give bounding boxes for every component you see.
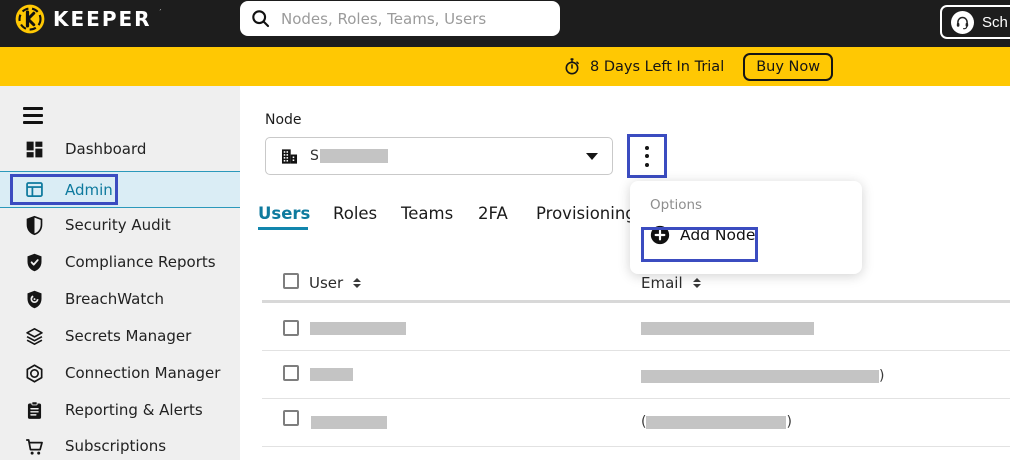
table-row[interactable]: ): [0, 351, 1010, 398]
column-header-user[interactable]: User: [309, 274, 361, 292]
table-row[interactable]: ( ): [0, 399, 1010, 446]
add-node-menu-item[interactable]: Add Node: [650, 225, 755, 245]
brand-wordmark: KEEPER: [53, 7, 152, 31]
sidebar-item-label: Security Audit: [65, 216, 171, 234]
admin-panel-icon: [24, 179, 45, 200]
tab-teams[interactable]: Teams: [401, 204, 453, 223]
trial-countdown-text: 8 Days Left In Trial: [590, 59, 724, 75]
plus-circle-icon: [650, 225, 670, 245]
dashboard-grid-icon: [24, 139, 45, 160]
email-redaction-bar: [641, 370, 879, 383]
node-value-redaction-bar: [320, 149, 388, 163]
chevron-down-icon: [586, 153, 598, 160]
keeper-logo-icon: [15, 4, 45, 34]
node-selected-value: S: [310, 148, 575, 164]
sidebar-item-label: Dashboard: [65, 140, 146, 158]
email-redaction-bar: [641, 322, 814, 335]
row-checkbox[interactable]: [283, 320, 299, 336]
search-icon: [250, 8, 271, 29]
buy-now-button[interactable]: Buy Now: [743, 53, 833, 81]
sort-icon[interactable]: [353, 278, 361, 289]
schedule-demo-button[interactable]: Sch: [940, 5, 1010, 39]
sort-icon[interactable]: [693, 278, 701, 289]
email-column-label: Email: [641, 274, 683, 292]
user-redaction-bar: [311, 416, 387, 429]
select-all-checkbox[interactable]: [283, 273, 299, 289]
email-peek: ): [879, 368, 884, 384]
top-header-bar: KEEPER ′ Sch: [0, 0, 1010, 47]
keeper-logo[interactable]: KEEPER ′: [15, 4, 161, 34]
email-peek: ): [786, 414, 791, 430]
keeper-admin-console: KEEPER ′ Sch: [0, 0, 1010, 460]
stopwatch-icon: [563, 57, 581, 76]
add-node-label: Add Node: [680, 226, 755, 244]
active-tab-underline: [258, 227, 308, 230]
sidebar-item-label: Compliance Reports: [65, 253, 216, 271]
node-value-visible-char: S: [310, 148, 319, 164]
sidebar-item-dashboard[interactable]: Dashboard: [0, 131, 240, 167]
shield-half-icon: [24, 215, 45, 236]
tab-users[interactable]: Users: [258, 204, 310, 223]
building-icon: [280, 147, 299, 166]
user-column-label: User: [309, 274, 343, 292]
headset-icon: [951, 11, 974, 34]
options-popup-menu: Options Add Node: [630, 181, 862, 274]
sidebar-item-admin[interactable]: Admin: [0, 171, 240, 208]
email-cell: ): [641, 369, 884, 383]
sidebar-item-compliance-reports[interactable]: Compliance Reports: [0, 244, 240, 280]
email-redaction-bar: [646, 416, 786, 429]
table-row[interactable]: [0, 303, 1010, 350]
schedule-demo-label: Sch: [982, 14, 1008, 31]
node-options-kebab-button[interactable]: [630, 137, 664, 175]
row-checkbox[interactable]: [283, 365, 299, 381]
trial-banner: 8 Days Left In Trial Buy Now: [0, 47, 1010, 86]
user-redaction-bar: [310, 368, 353, 381]
email-cell: ( ): [641, 415, 792, 429]
sidebar-item-security-audit[interactable]: Security Audit: [0, 207, 240, 243]
node-select-dropdown[interactable]: S: [265, 137, 613, 175]
popup-title: Options: [650, 197, 702, 213]
node-field-label: Node: [265, 112, 302, 128]
tab-provisioning[interactable]: Provisioning: [536, 204, 636, 223]
row-divider: [262, 446, 1010, 447]
user-redaction-bar: [310, 322, 406, 335]
menu-hamburger-icon[interactable]: [23, 107, 43, 124]
tab-roles[interactable]: Roles: [333, 204, 377, 223]
tab-2fa[interactable]: 2FA: [478, 204, 508, 223]
trademark-tick: ′: [160, 8, 162, 17]
sidebar-item-label: Admin: [65, 181, 113, 199]
row-checkbox[interactable]: [283, 410, 299, 426]
column-header-email[interactable]: Email: [641, 274, 701, 292]
shield-check-icon: [24, 252, 45, 273]
global-search: [240, 1, 560, 36]
email-cell: [641, 322, 814, 335]
search-input[interactable]: [281, 10, 550, 28]
